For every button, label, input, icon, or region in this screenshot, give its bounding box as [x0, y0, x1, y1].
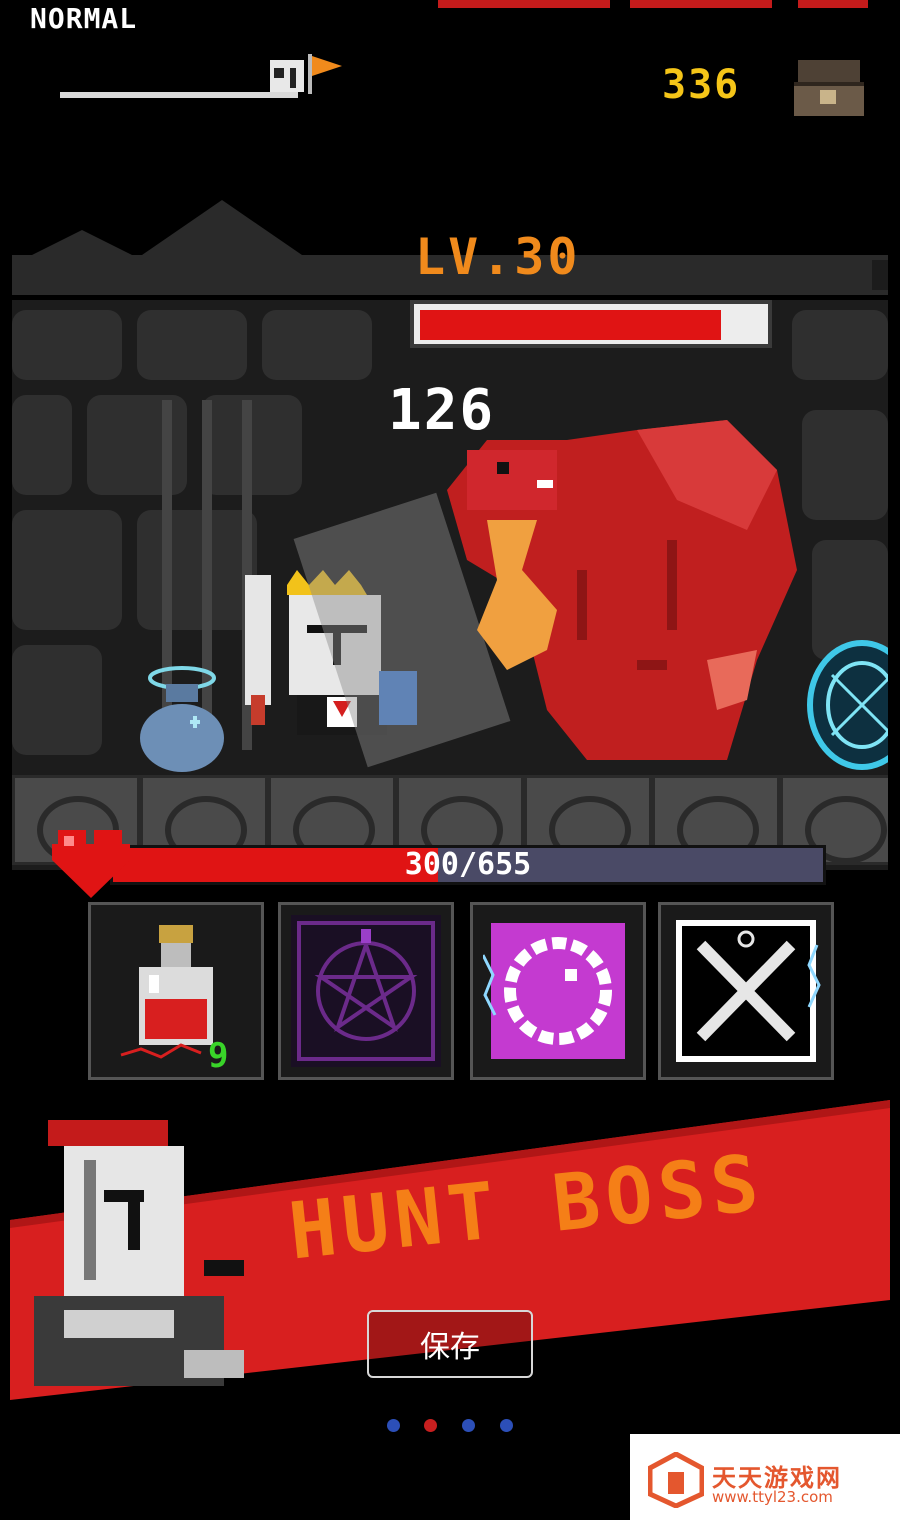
red-dragon-boss — [447, 420, 797, 760]
player-hp-text: 300/655 — [404, 847, 532, 882]
boss-level: LV.30 — [415, 228, 581, 286]
treasure-chest-icon[interactable] — [790, 56, 868, 120]
skill-slot-shield-orb[interactable] — [470, 902, 646, 1080]
top-menu-tab[interactable] — [630, 0, 772, 8]
boss-hp-bar — [410, 300, 772, 348]
clay-pot[interactable] — [132, 660, 232, 775]
skull-flag-icon — [270, 54, 342, 94]
potion-count: 9 — [208, 1036, 229, 1076]
top-menu-tab[interactable] — [798, 0, 868, 8]
boss-hp-fill — [420, 310, 721, 340]
pentagram-rune-icon — [291, 915, 441, 1067]
skill-slot-dark-seal[interactable] — [278, 902, 454, 1080]
skill-slot-potion[interactable] — [88, 902, 264, 1080]
site-logo-icon — [648, 1452, 704, 1508]
health-potion-icon — [120, 925, 213, 1059]
magic-orb-icon — [483, 923, 625, 1059]
gold-amount: 336 — [662, 62, 741, 108]
damage-number: 126 — [388, 378, 496, 443]
crossed-swords-icon — [676, 920, 821, 1062]
skill-slot-crossed-swords[interactable] — [658, 902, 834, 1080]
save-button[interactable]: 保存 — [367, 1310, 533, 1378]
pager-dot[interactable] — [424, 1419, 437, 1432]
watermark-url: www.ttyl23.com — [712, 1488, 833, 1506]
battle-scene — [12, 190, 888, 870]
pager-dot[interactable] — [462, 1419, 475, 1432]
pager-dot[interactable] — [500, 1419, 513, 1432]
heart-icon — [52, 830, 130, 898]
difficulty-label: NORMAL — [30, 2, 138, 35]
top-menu-tab[interactable] — [438, 0, 610, 8]
spartan-knight-art — [34, 1120, 244, 1386]
pager-dot[interactable] — [387, 1419, 400, 1432]
magic-portal[interactable] — [802, 635, 888, 775]
